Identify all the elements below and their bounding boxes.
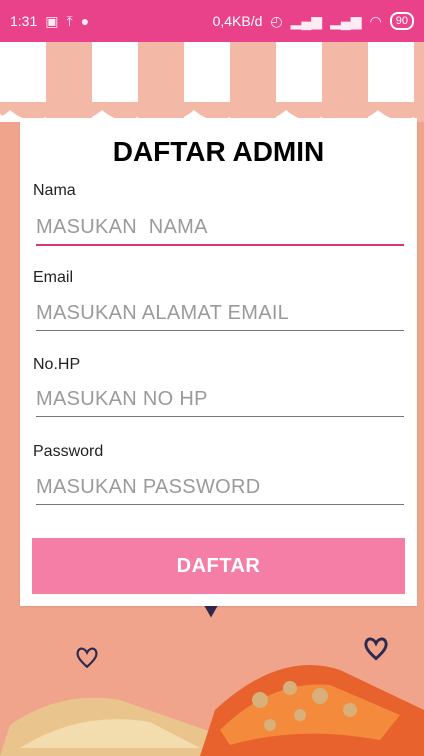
battery-icon: 90 (389, 12, 414, 30)
status-bar-left: 1:31 ▣ ⤒ ● (10, 13, 89, 30)
register-button[interactable]: DAFTAR (32, 538, 405, 594)
page-title: DAFTAR ADMIN (112, 136, 325, 167)
password-input[interactable] (36, 470, 404, 505)
email-input[interactable] (36, 296, 404, 331)
name-input[interactable] (36, 210, 404, 246)
email-label: Email (33, 269, 74, 286)
register-form-card: DAFTAR ADMIN Nama Email No.HP Password D… (20, 118, 417, 606)
status-bar-right: 0,4KB/d ◴ ▂▄▆ ▂▄▆ ◠ 90 (213, 12, 414, 30)
network-speed: 0,4KB/d (212, 13, 263, 29)
phone-input[interactable] (36, 382, 404, 417)
phone-label: No.HP (33, 356, 81, 373)
password-label: Password (33, 443, 104, 460)
alarm-icon: ◴ (270, 12, 283, 29)
app-icon: ● (80, 13, 90, 29)
status-time: 1:31 (10, 13, 38, 29)
pie-illustration (0, 665, 424, 756)
signal-icon: ▂▄▆ (290, 12, 323, 29)
gallery-icon: ▣ (45, 12, 59, 29)
name-label: Nama (33, 182, 76, 199)
upload-icon: ⤒ (66, 12, 73, 29)
signal-icon: ▂▄▆ (330, 12, 362, 29)
wifi-icon: ◠ (369, 12, 382, 29)
heart-decoration-icon (203, 604, 219, 618)
status-bar: 1:31 ▣ ⤒ ● 0,4KB/d ◴ ▂▄▆ ▂▄▆ ◠ 90 (0, 0, 424, 42)
